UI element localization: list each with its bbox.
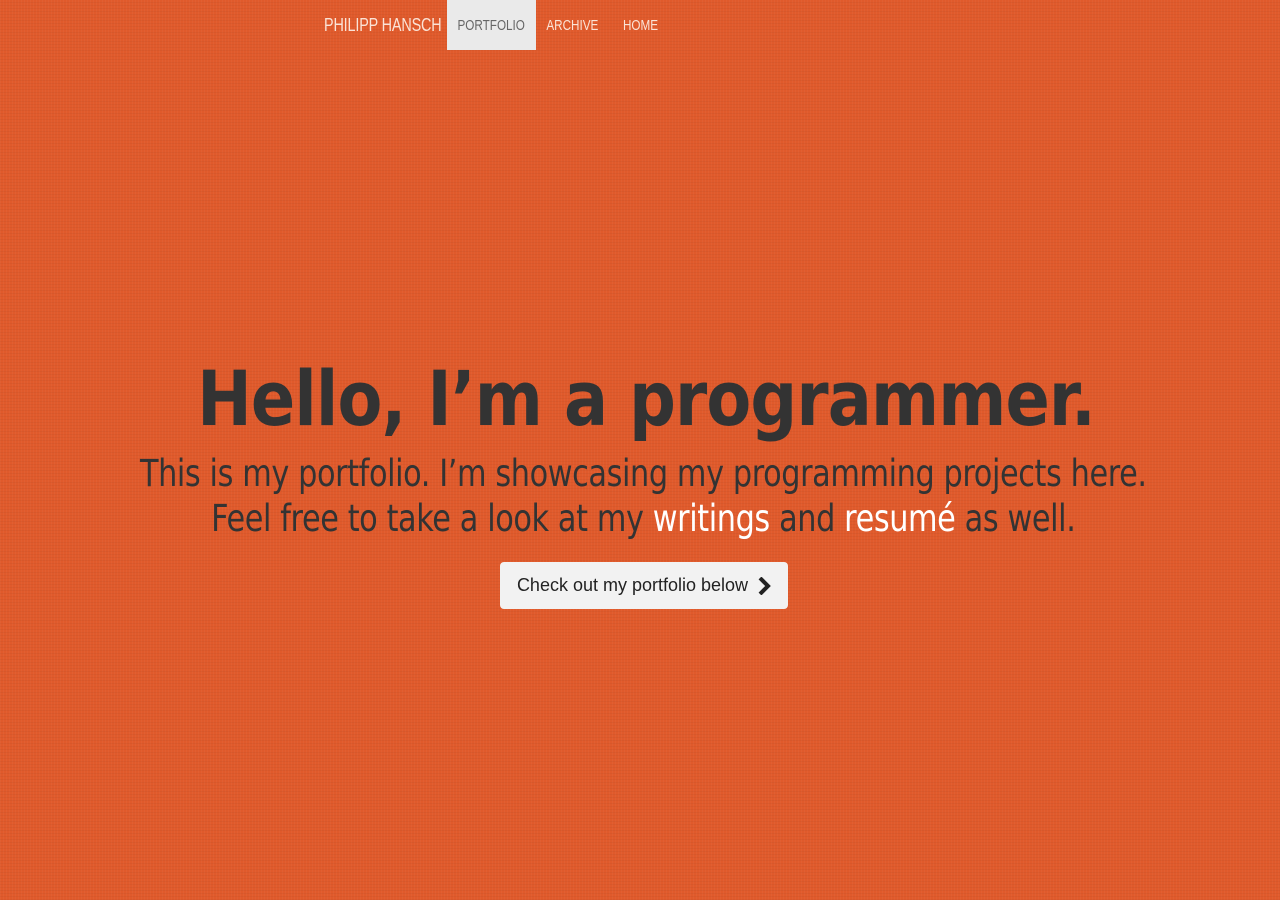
nav-item-label: PORTFOLIO xyxy=(457,16,526,34)
hero-lead-line-1: This is my portfolio. I’m showcasing my … xyxy=(139,452,1147,495)
hero-lead: This is my portfolio. I’m showcasing my … xyxy=(115,451,1165,541)
nav-item-label: HOME xyxy=(622,16,658,34)
hero-title: Hello, I’m a programmer. xyxy=(197,354,1096,443)
resume-link[interactable]: resumé xyxy=(844,497,956,540)
navbar: PHILIPP HANSCH PORTFOLIO ARCHIVE HOME xyxy=(0,0,1280,50)
hero-lead-line-2: Feel free to take a look at my writings … xyxy=(122,496,1165,541)
portfolio-cta-button[interactable]: Check out my portfolio below xyxy=(500,562,788,609)
chevron-right-icon xyxy=(758,576,771,595)
brand-link[interactable]: PHILIPP HANSCH xyxy=(324,0,442,50)
nav-item-archive[interactable]: ARCHIVE xyxy=(536,0,609,50)
lead-text-and: and xyxy=(769,497,845,540)
hero-section: Hello, I’m a programmer. This is my port… xyxy=(0,355,1280,541)
lead-text-suffix: as well. xyxy=(955,497,1076,540)
writings-link[interactable]: writings xyxy=(653,497,770,540)
nav-item-home[interactable]: HOME xyxy=(609,0,671,50)
lead-text-prefix: Feel free to take a look at my xyxy=(211,497,653,540)
nav-menu: PORTFOLIO ARCHIVE HOME xyxy=(447,0,671,50)
nav-item-label: ARCHIVE xyxy=(546,16,599,34)
nav-item-portfolio[interactable]: PORTFOLIO xyxy=(447,0,536,50)
cta-label: Check out my portfolio below xyxy=(516,575,749,595)
